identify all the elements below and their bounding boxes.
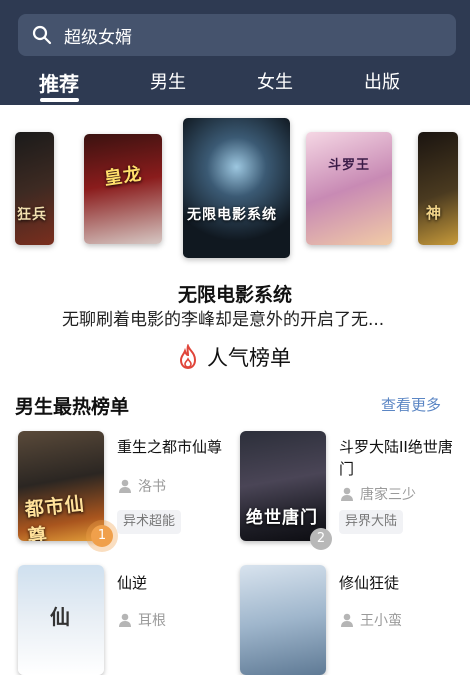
top-header: 超级女婿 推荐 男生 女生 出版 <box>0 0 470 105</box>
active-tab-indicator <box>40 98 79 102</box>
book-title[interactable]: 重生之都市仙尊 <box>117 436 222 458</box>
search-icon <box>32 25 52 45</box>
featured-book-description: 无聊刷着电影的李峰却是意外的开启了无... <box>62 310 385 330</box>
tab-recommend[interactable]: 推荐 <box>39 68 79 97</box>
book-category-tag[interactable]: 异术超能 <box>117 510 182 534</box>
author-icon <box>119 479 131 493</box>
search-input[interactable]: 超级女婿 <box>64 23 132 48</box>
tab-publish[interactable]: 出版 <box>364 68 400 94</box>
book-title[interactable]: 斗罗大陆II绝世唐门 <box>339 436 461 480</box>
ranking-label: 人气榜单 <box>207 346 291 370</box>
view-more-link[interactable]: 查看更多 <box>381 394 441 415</box>
book-author: 耳根 <box>138 613 166 629</box>
book-cover[interactable]: 都市仙尊 <box>18 431 104 541</box>
section-title: 男生最热榜单 <box>15 396 130 418</box>
author-icon <box>341 487 353 501</box>
book-author: 唐家三少 <box>360 487 416 503</box>
carousel-cover[interactable]: 神 <box>418 132 458 245</box>
book-cover[interactable]: 仙 <box>18 565 104 675</box>
author-icon <box>341 613 353 627</box>
author-icon <box>119 613 131 627</box>
book-category-tag[interactable]: 异界大陆 <box>339 510 404 534</box>
tab-female[interactable]: 女生 <box>257 68 293 94</box>
book-title[interactable]: 仙逆 <box>117 572 147 594</box>
book-author: 洛书 <box>138 479 166 495</box>
featured-book-title[interactable]: 无限电影系统 <box>0 280 470 307</box>
book-author: 王小蛮 <box>360 613 402 629</box>
carousel-cover-featured[interactable]: 无限电影系统 <box>183 118 290 258</box>
rank-badge: 2 <box>310 528 332 550</box>
book-cover[interactable]: 绝世唐门 <box>240 431 326 541</box>
book-cover[interactable] <box>240 565 326 675</box>
book-title[interactable]: 修仙狂徒 <box>339 572 399 594</box>
fire-icon <box>179 344 197 370</box>
carousel-cover[interactable]: 斗罗王 <box>306 132 392 245</box>
rank-badge: 1 <box>91 525 113 547</box>
carousel-cover[interactable]: 皇龙 <box>84 134 162 244</box>
carousel-cover[interactable]: 狂兵 <box>15 132 54 245</box>
tab-male[interactable]: 男生 <box>150 68 186 94</box>
search-bar[interactable]: 超级女婿 <box>18 14 456 56</box>
